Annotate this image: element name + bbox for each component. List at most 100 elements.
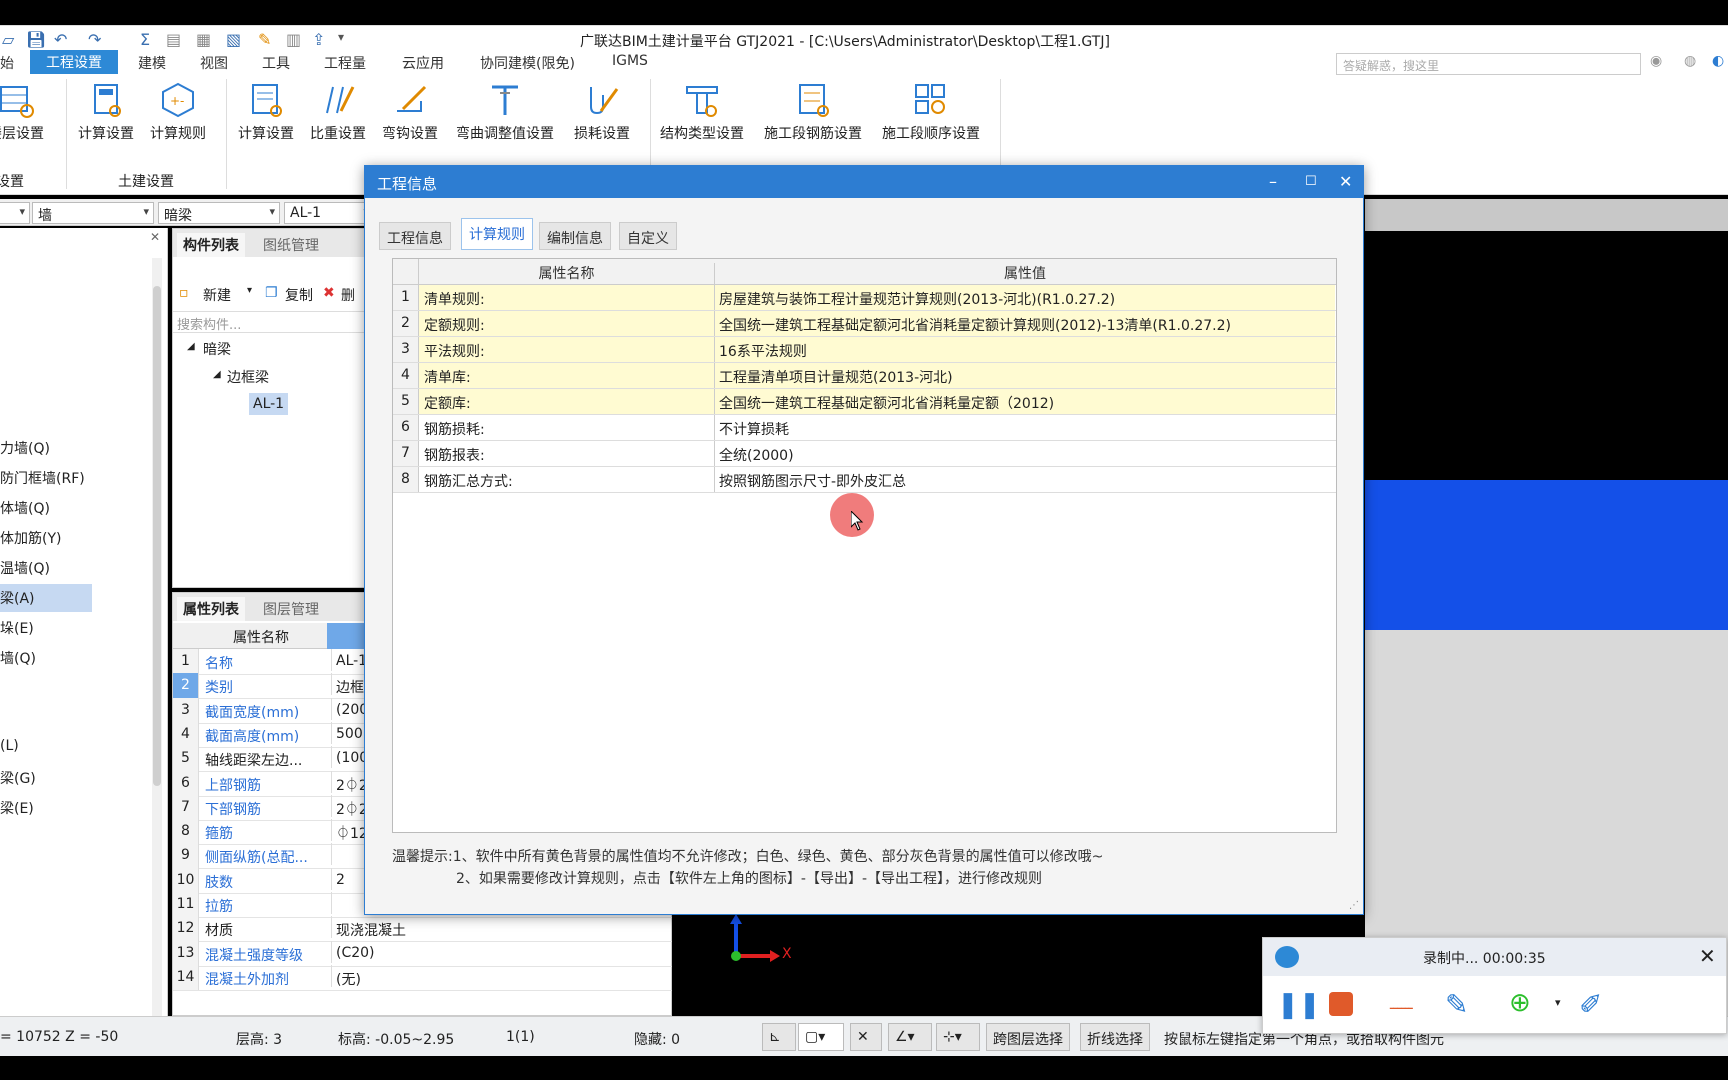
nav-item[interactable]: 体加筋(Y) bbox=[0, 528, 61, 548]
tree-node-anliang[interactable]: 暗梁 bbox=[203, 339, 231, 359]
user-icon[interactable]: ◉ bbox=[1650, 53, 1662, 69]
property-value[interactable]: 2⏀2 bbox=[331, 794, 368, 818]
nav-item[interactable]: 梁(G) bbox=[0, 768, 36, 788]
open-icon[interactable]: ▱ bbox=[2, 30, 14, 49]
snap-icon[interactable]: ▢▾ bbox=[798, 1023, 844, 1051]
close-icon[interactable]: ✕ bbox=[1339, 172, 1352, 191]
rule-value[interactable]: 全国统一建筑工程基础定额河北省消耗量定额计算规则(2012)-13清单(R1.0… bbox=[715, 311, 1335, 336]
property-value[interactable]: (无) bbox=[331, 964, 361, 988]
structure-type-button[interactable]: 结构类型设置 bbox=[660, 81, 744, 143]
tree-expand-icon[interactable]: ◢ bbox=[213, 369, 221, 380]
menu-cloud[interactable]: 云应用 bbox=[402, 53, 444, 73]
help-icon[interactable]: ◐ bbox=[1712, 53, 1724, 69]
export-icon[interactable]: ⇪ bbox=[312, 30, 325, 49]
property-value[interactable] bbox=[331, 843, 336, 866]
rule-value[interactable]: 房屋建筑与装饰工程计量规范计算规则(2013-河北)(R1.0.27.2) bbox=[715, 285, 1335, 310]
rule-row[interactable]: 7 钢筋报表: 全统(2000) bbox=[393, 441, 1336, 467]
customize-icon[interactable]: ▾ bbox=[338, 30, 344, 44]
rule-row[interactable]: 2 定额规则: 全国统一建筑工程基础定额河北省消耗量定额计算规则(2012)-13清… bbox=[393, 311, 1336, 337]
nav-item[interactable]: 温墙(Q) bbox=[0, 558, 50, 578]
menu-view[interactable]: 视图 bbox=[200, 53, 228, 73]
type-combo[interactable]: 墙 bbox=[32, 202, 154, 224]
tab-property-list[interactable]: 属性列表 bbox=[177, 597, 245, 621]
sum-icon[interactable]: Σ bbox=[140, 30, 150, 49]
save-icon[interactable]: 💾︎ bbox=[26, 30, 46, 49]
message-icon[interactable]: ◍ bbox=[1684, 53, 1696, 69]
pointer-effect-icon[interactable]: ✎ bbox=[1445, 988, 1468, 1021]
scrollbar[interactable] bbox=[152, 258, 162, 1038]
rule-row[interactable]: 3 平法规则: 16系平法规则 bbox=[393, 337, 1336, 363]
rule-value[interactable]: 全统(2000) bbox=[715, 441, 1335, 466]
tree-node-frame-beam[interactable]: 边框梁 bbox=[227, 367, 269, 387]
property-value[interactable]: 2⏀2 bbox=[331, 770, 368, 794]
tab-layer-manage[interactable]: 图层管理 bbox=[257, 597, 325, 621]
rule-value[interactable]: 全国统一建筑工程基础定额河北省消耗量定额（2012) bbox=[715, 389, 1335, 414]
calc-settings-button[interactable]: 计算设置 bbox=[78, 81, 134, 143]
rule-row[interactable]: 1 清单规则: 房屋建筑与装饰工程计量规范计算规则(2013-河北)(R1.0.27… bbox=[393, 285, 1336, 311]
rule-row[interactable]: 5 定额库: 全国统一建筑工程基础定额河北省消耗量定额（2012) bbox=[393, 389, 1336, 415]
search-input[interactable]: 答疑解惑，搜这里 bbox=[1336, 53, 1641, 75]
view-icon[interactable]: ▦ bbox=[196, 30, 211, 49]
close-icon[interactable]: ✕ bbox=[150, 230, 160, 244]
weight-settings-button[interactable]: 比重设置 bbox=[310, 81, 366, 143]
ortho-icon[interactable]: ⊾ bbox=[762, 1023, 796, 1051]
tree-node-al1[interactable]: AL-1 bbox=[249, 393, 289, 415]
report-icon[interactable]: ▤ bbox=[166, 30, 181, 49]
property-value[interactable]: AL-1 bbox=[331, 649, 367, 671]
menu-igms[interactable]: IGMS bbox=[612, 53, 648, 69]
menu-quantity[interactable]: 工程量 bbox=[324, 53, 366, 73]
pen-icon[interactable]: ✐ bbox=[1579, 988, 1602, 1021]
property-value[interactable]: (C20) bbox=[331, 940, 375, 963]
polyline-select-button[interactable]: 折线选择 bbox=[1080, 1023, 1150, 1051]
property-value[interactable]: 现浇混凝土 bbox=[331, 916, 406, 939]
property-row[interactable]: 12 材质 现浇混凝土 bbox=[173, 916, 673, 943]
tab-calc-rules[interactable]: 计算规则 bbox=[461, 218, 533, 250]
property-value[interactable] bbox=[331, 892, 336, 914]
minimize-icon[interactable]: – bbox=[1269, 172, 1277, 191]
tab-custom[interactable]: 自定义 bbox=[619, 222, 677, 250]
chevron-down-icon[interactable]: ▾ bbox=[247, 285, 252, 296]
angle-icon[interactable]: ∠▾ bbox=[888, 1023, 932, 1051]
menu-start[interactable]: 始 bbox=[0, 53, 14, 73]
rule-value[interactable]: 不计算损耗 bbox=[715, 415, 1335, 440]
calc-icon[interactable]: ▧ bbox=[226, 30, 241, 49]
draw-icon[interactable]: ✎ bbox=[258, 30, 271, 49]
rebar-calc-settings-button[interactable]: 计算设置 bbox=[238, 81, 294, 143]
nav-item[interactable]: 体墙(Q) bbox=[0, 498, 50, 518]
tab-component-list[interactable]: 构件列表 bbox=[177, 233, 245, 257]
nav-item-selected[interactable]: 梁(A) bbox=[0, 584, 92, 612]
menu-collab[interactable]: 协同建模(限免) bbox=[480, 53, 575, 73]
hook-settings-button[interactable]: 弯钩设置 bbox=[382, 81, 438, 143]
floor-settings-button[interactable]: 楼层设置 bbox=[0, 81, 44, 143]
component-combo[interactable]: AL-1 bbox=[284, 202, 374, 224]
rule-value[interactable]: 16系平法规则 bbox=[715, 337, 1335, 362]
close-icon[interactable]: ✕ bbox=[1699, 944, 1716, 968]
nav-item[interactable]: 垛(E) bbox=[0, 618, 34, 638]
floor-combo[interactable] bbox=[0, 202, 30, 224]
nav-item[interactable]: 梁(E) bbox=[0, 798, 34, 818]
delete-button[interactable]: 删 bbox=[341, 285, 355, 305]
tab-drawing-manage[interactable]: 图纸管理 bbox=[257, 233, 325, 257]
cross-icon[interactable]: ✕ bbox=[850, 1023, 882, 1051]
rule-value[interactable]: 工程量清单项目计量规范(2013-河北) bbox=[715, 363, 1335, 388]
loss-settings-button[interactable]: 损耗设置 bbox=[574, 81, 630, 143]
rule-row[interactable]: 8 钢筋汇总方式: 按照钢筋图示尺寸-即外皮汇总 bbox=[393, 467, 1336, 493]
nav-item[interactable]: (L) bbox=[0, 738, 19, 754]
calc-rules-button[interactable]: +- 计算规则 bbox=[150, 81, 206, 143]
webcam-add-icon[interactable]: ⊕ bbox=[1509, 988, 1531, 1018]
component-search-input[interactable]: 搜索构件... bbox=[173, 311, 369, 333]
tab-compile-info[interactable]: 编制信息 bbox=[539, 222, 611, 250]
property-row[interactable]: 14 混凝土外加剂 (无) bbox=[173, 964, 673, 991]
menu-project-settings[interactable]: 工程设置 bbox=[30, 50, 118, 74]
nav-item[interactable]: 墙(Q) bbox=[0, 648, 36, 668]
copy-button[interactable]: 复制 bbox=[285, 285, 313, 305]
offset-icon[interactable]: ⊹▾ bbox=[936, 1023, 980, 1051]
menu-modeling[interactable]: 建模 bbox=[138, 53, 166, 73]
bend-adjust-button[interactable]: 弯曲调整值设置 bbox=[456, 81, 554, 143]
trim-icon[interactable]: ------ bbox=[1389, 998, 1414, 1017]
menu-tools[interactable]: 工具 bbox=[262, 53, 290, 73]
stop-icon[interactable] bbox=[1329, 992, 1353, 1016]
rule-value[interactable]: 按照钢筋图示尺寸-即外皮汇总 bbox=[715, 467, 1335, 492]
pause-icon[interactable]: ❚❚ bbox=[1277, 990, 1321, 1020]
subtype-combo[interactable]: 暗梁 bbox=[158, 202, 280, 224]
